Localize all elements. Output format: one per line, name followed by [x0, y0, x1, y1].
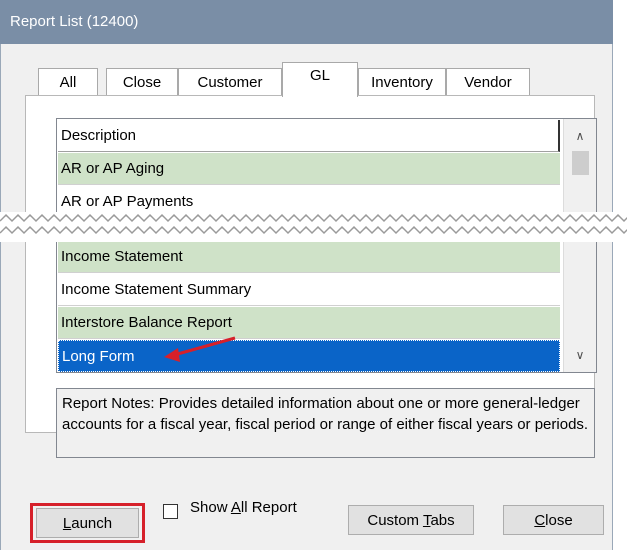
grid-row[interactable]: Income Statement Summary — [58, 274, 560, 306]
grid-row[interactable]: Income Statement — [58, 241, 560, 273]
report-grid[interactable]: Description AR or AP Aging AR or AP Paym… — [56, 118, 597, 373]
tab-customer[interactable]: Customer — [178, 68, 282, 96]
down-arrow-icon[interactable]: ∨ — [564, 340, 596, 370]
grid-row[interactable]: AR or AP Aging — [58, 153, 560, 185]
window-titlebar: Report List (12400) — [0, 0, 613, 44]
scrollbar-thumb[interactable] — [572, 151, 589, 175]
custom-tabs-button[interactable]: Custom Tabs — [348, 505, 474, 535]
grid-row-selected[interactable]: Long Form — [58, 340, 560, 372]
launch-button[interactable]: Launch — [36, 508, 139, 538]
red-arrow-icon — [164, 336, 236, 362]
torn-edge-divider — [0, 212, 627, 242]
grid-row-label: Long Form — [62, 348, 135, 365]
tab-vendor[interactable]: Vendor — [446, 68, 530, 96]
close-button[interactable]: Close — [503, 505, 604, 535]
show-all-report-label[interactable]: Show All Report — [190, 499, 297, 516]
tab-all[interactable]: All — [38, 68, 98, 96]
window-title: Report List (12400) — [10, 13, 139, 30]
report-notes: Report Notes: Provides detailed informat… — [56, 388, 595, 458]
tab-inventory[interactable]: Inventory — [358, 68, 446, 96]
tab-close[interactable]: Close — [106, 68, 178, 96]
tab-gl[interactable]: GL — [282, 62, 358, 98]
column-header-description[interactable]: Description — [58, 120, 560, 152]
grid-row[interactable]: Interstore Balance Report — [58, 307, 560, 339]
show-all-report-checkbox[interactable] — [163, 504, 178, 519]
vertical-scrollbar[interactable]: ∧ ∨ — [563, 119, 596, 372]
up-arrow-icon[interactable]: ∧ — [564, 121, 596, 151]
